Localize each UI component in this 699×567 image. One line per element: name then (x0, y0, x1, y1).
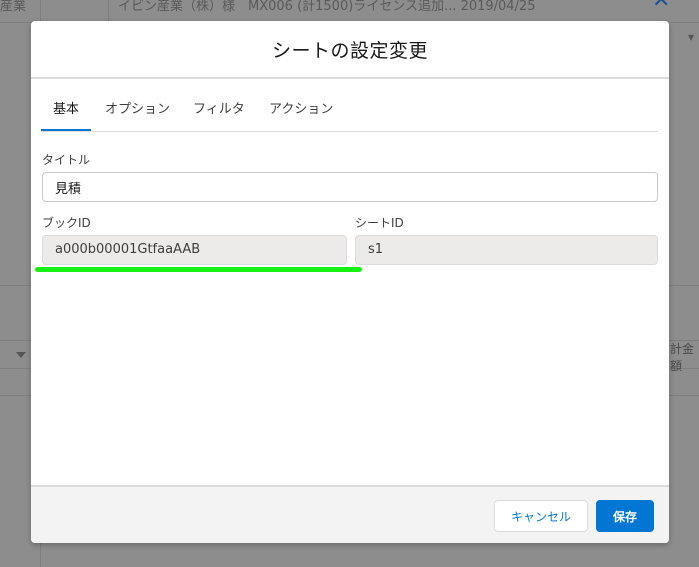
close-icon[interactable]: ✕ (652, 0, 670, 12)
tab-basic[interactable]: 基本 (41, 95, 92, 131)
cancel-button[interactable]: キャンセル (494, 500, 588, 532)
tab-action[interactable]: アクション (269, 95, 333, 129)
title-input[interactable] (42, 172, 658, 202)
save-button[interactable]: 保存 (596, 500, 654, 532)
chevron-down-icon: ▾ (688, 30, 695, 44)
chevron-down-icon (16, 352, 26, 358)
background-column-header: 計金額 (670, 342, 695, 373)
background-left-text: 産業 (0, 0, 27, 14)
book-id-label: ブックID (42, 216, 91, 230)
tab-options[interactable]: オプション (105, 95, 170, 129)
background-record-bar: 産業 イビン産業（株）様 MX006 (計1500)ライセンス追加... 201… (0, 0, 699, 22)
background-record-title: イビン産業（株）様 MX006 (計1500)ライセンス追加... 2019/0… (118, 0, 536, 14)
tab-filter[interactable]: フィルタ (193, 95, 245, 129)
modal-header: シートの設定変更 (31, 21, 669, 79)
book-id-field: a000b00001GtfaaAAB (42, 235, 347, 265)
sheet-settings-modal: シートの設定変更 基本 オプション フィルタ アクション タイトル ブックID … (31, 21, 669, 543)
modal-title: シートの設定変更 (271, 40, 428, 62)
title-label: タイトル (42, 153, 91, 167)
modal-footer: キャンセル 保存 (31, 485, 669, 543)
tab-bar: 基本 オプション フィルタ アクション (41, 95, 658, 132)
sheet-id-label: シートID (355, 216, 404, 230)
sheet-id-field: s1 (355, 235, 658, 265)
background-divider (108, 0, 109, 22)
highlight-underline (35, 267, 362, 272)
